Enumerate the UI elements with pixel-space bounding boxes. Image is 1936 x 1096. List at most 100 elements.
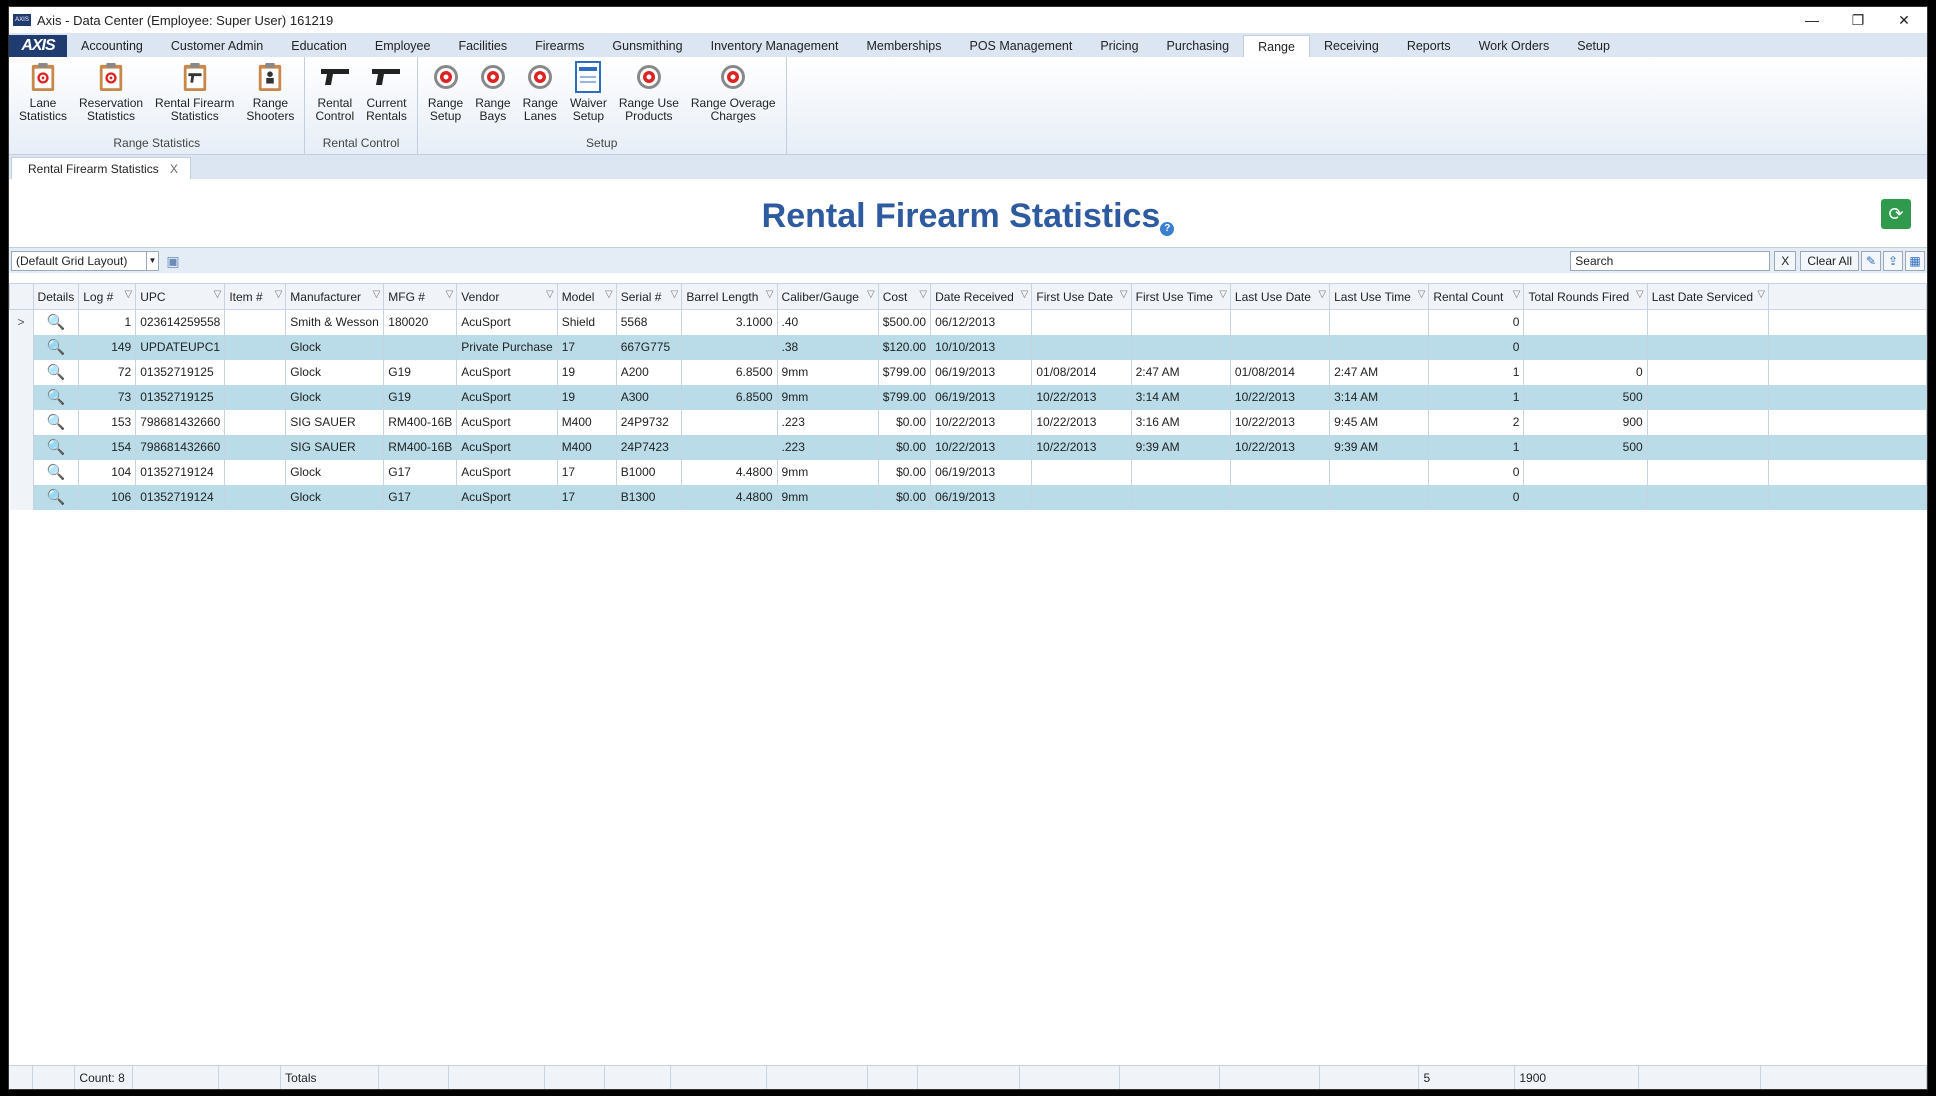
column-header-last-date-serviced[interactable]: Last Date Serviced ▽ xyxy=(1646,283,1770,310)
ribbon-button-range-shooters[interactable]: Range Shooters xyxy=(240,61,300,123)
filter-icon[interactable]: ▽ xyxy=(919,289,927,300)
column-header-mfg[interactable]: MFG # ▽ xyxy=(383,283,458,310)
menu-tab-setup[interactable]: Setup xyxy=(1563,35,1624,57)
column-header-log[interactable]: Log # ▽ xyxy=(78,283,137,310)
help-icon[interactable]: ? xyxy=(1160,222,1175,236)
column-header-first-use-time[interactable]: First Use Time ▽ xyxy=(1130,283,1231,310)
table-row[interactable]: > 🔍 1 023614259558 Smith & Wesson 180020 AcuSp… xyxy=(9,309,1927,335)
table-row[interactable]: 🔍 104 01352719124 Glock G17 AcuSport 17 B1000 4.… xyxy=(9,459,1927,485)
filter-icon[interactable]: ▽ xyxy=(446,289,454,300)
filter-icon[interactable]: ▽ xyxy=(214,289,222,300)
filter-icon[interactable]: ▽ xyxy=(766,289,774,300)
filter-icon[interactable]: ▽ xyxy=(1418,289,1426,300)
row-selector[interactable] xyxy=(9,359,34,385)
magnifier-icon[interactable]: 🔍 xyxy=(47,364,66,381)
menu-tab-education[interactable]: Education xyxy=(277,35,361,57)
column-header-upc[interactable]: UPC ▽ xyxy=(135,283,226,310)
magnifier-icon[interactable]: 🔍 xyxy=(47,314,66,331)
column-header-model[interactable]: Model ▽ xyxy=(556,283,617,310)
column-header-rental-count[interactable]: Rental Count ▽ xyxy=(1428,283,1525,310)
ribbon-button-range-use-products[interactable]: Range Use Products xyxy=(613,61,685,123)
column-header-serial[interactable]: Serial # ▽ xyxy=(615,283,683,310)
clear-search-button[interactable]: X xyxy=(1774,250,1797,271)
ribbon-button-range-lanes[interactable]: Range Lanes xyxy=(517,61,564,123)
column-header-date-received[interactable]: Date Received ▽ xyxy=(930,283,1033,310)
menu-tab-employee[interactable]: Employee xyxy=(361,35,445,57)
ribbon-button-rental-firearm-statistics[interactable]: Rental Firearm Statistics xyxy=(149,61,240,123)
column-chooser-icon[interactable]: ▦ xyxy=(1905,250,1925,271)
ribbon-button-rental-control[interactable]: Rental Control xyxy=(309,61,360,123)
filter-icon[interactable]: ▽ xyxy=(1021,289,1029,300)
menu-tab-customer-admin[interactable]: Customer Admin xyxy=(157,35,277,57)
menu-tab-work-orders[interactable]: Work Orders xyxy=(1465,35,1564,57)
filter-icon[interactable]: ▽ xyxy=(1513,289,1521,300)
filter-icon[interactable]: ▽ xyxy=(1318,289,1326,300)
ribbon-button-current-rentals[interactable]: Current Rentals xyxy=(360,61,413,123)
clear-all-button[interactable]: Clear All xyxy=(1800,250,1859,271)
row-selector[interactable]: > xyxy=(9,309,34,335)
row-selector[interactable] xyxy=(9,484,34,510)
filter-icon[interactable]: ▽ xyxy=(1757,289,1765,300)
table-row[interactable]: 🔍 73 01352719125 Glock G19 AcuSport 19 A300 6.85… xyxy=(9,384,1927,410)
menu-tab-range[interactable]: Range xyxy=(1243,35,1310,57)
filter-icon[interactable]: ▽ xyxy=(1120,289,1128,300)
filter-icon[interactable]: ▽ xyxy=(125,289,133,300)
magnifier-icon[interactable]: 🔍 xyxy=(47,414,66,431)
table-row[interactable]: 🔍 154 798681432660 SIG SAUER RM400-16B AcuSpo… xyxy=(9,434,1927,460)
save-layout-icon[interactable]: ▣ xyxy=(163,251,183,271)
ribbon-button-range-bays[interactable]: Range Bays xyxy=(469,61,516,123)
column-header-total-rounds-fired[interactable]: Total Rounds Fired ▽ xyxy=(1523,283,1648,310)
menu-tab-receiving[interactable]: Receiving xyxy=(1310,35,1393,57)
magnifier-icon[interactable]: 🔍 xyxy=(47,464,66,481)
column-header-item[interactable]: Item # ▽ xyxy=(224,283,287,310)
menu-tab-purchasing[interactable]: Purchasing xyxy=(1153,35,1244,57)
table-row[interactable]: 🔍 106 01352719124 Glock G17 AcuSport 17 B1300 4.… xyxy=(9,484,1927,510)
magnifier-icon[interactable]: 🔍 xyxy=(47,339,66,356)
column-header-vendor[interactable]: Vendor ▽ xyxy=(456,283,558,310)
menu-tab-firearms[interactable]: Firearms xyxy=(521,35,598,57)
row-selector[interactable] xyxy=(9,384,34,410)
magnifier-icon[interactable]: 🔍 xyxy=(47,489,66,506)
row-selector[interactable] xyxy=(9,334,34,360)
column-header-manufacturer[interactable]: Manufacturer ▽ xyxy=(285,283,385,310)
column-header-last-use-date[interactable]: Last Use Date ▽ xyxy=(1229,283,1331,310)
minimize-button[interactable]: — xyxy=(1789,7,1835,33)
ribbon-button-range-overage-charges[interactable]: Range Overage Charges xyxy=(685,61,782,123)
column-header-cost[interactable]: Cost ▽ xyxy=(877,283,932,310)
column-header-first-use-date[interactable]: First Use Date ▽ xyxy=(1031,283,1132,310)
filter-icon[interactable]: ▽ xyxy=(605,289,613,300)
chevron-down-icon[interactable]: ▼ xyxy=(146,251,158,270)
close-button[interactable]: ✕ xyxy=(1881,7,1927,33)
filter-icon[interactable]: ▽ xyxy=(546,289,554,300)
row-selector[interactable] xyxy=(9,409,34,435)
table-row[interactable]: 🔍 153 798681432660 SIG SAUER RM400-16B AcuSpo… xyxy=(9,409,1927,435)
grid-layout-select[interactable]: (Default Grid Layout) ▼ xyxy=(11,250,159,271)
row-selector[interactable] xyxy=(9,434,34,460)
column-header-caliber-gauge[interactable]: Caliber/Gauge ▽ xyxy=(776,283,879,310)
filter-icon[interactable]: ▽ xyxy=(1219,289,1227,300)
filter-icon[interactable]: ▽ xyxy=(275,289,283,300)
export-icon[interactable]: ⇪ xyxy=(1883,250,1903,271)
ribbon-button-waiver-setup[interactable]: Waiver Setup xyxy=(564,61,613,123)
menu-tab-facilities[interactable]: Facilities xyxy=(444,35,521,57)
row-selector[interactable] xyxy=(9,459,34,485)
menu-tab-pos-management[interactable]: POS Management xyxy=(955,35,1086,57)
filter-icon[interactable]: ▽ xyxy=(373,289,381,300)
ribbon-button-range-setup[interactable]: Range Setup xyxy=(422,61,469,123)
filter-icon[interactable]: ▽ xyxy=(671,289,679,300)
restore-button[interactable]: ❐ xyxy=(1835,7,1881,33)
refresh-button[interactable]: ⟳ xyxy=(1881,199,1911,229)
document-tab[interactable]: Rental Firearm Statistics X xyxy=(11,157,191,179)
column-header-barrel-length[interactable]: Barrel Length ▽ xyxy=(681,283,778,310)
magnifier-icon[interactable]: 🔍 xyxy=(47,439,66,456)
menu-tab-pricing[interactable]: Pricing xyxy=(1086,35,1152,57)
close-tab-button[interactable]: X xyxy=(170,162,178,176)
column-header-last-use-time[interactable]: Last Use Time ▽ xyxy=(1329,283,1430,310)
table-row[interactable]: 🔍 72 01352719125 Glock G19 AcuSport 19 A200 6.85… xyxy=(9,359,1927,385)
filter-icon[interactable]: ▽ xyxy=(867,289,875,300)
filter-icon[interactable]: ▽ xyxy=(1636,289,1644,300)
ribbon-button-reservation-statistics[interactable]: Reservation Statistics xyxy=(73,61,149,123)
menu-tab-accounting[interactable]: Accounting xyxy=(67,35,157,57)
menu-tab-gunsmithing[interactable]: Gunsmithing xyxy=(598,35,696,57)
menu-tab-memberships[interactable]: Memberships xyxy=(852,35,955,57)
